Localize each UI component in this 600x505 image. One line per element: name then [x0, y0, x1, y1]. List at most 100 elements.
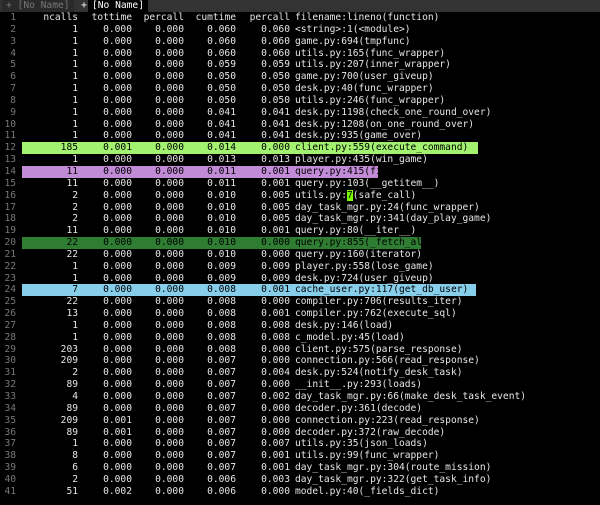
- profile-row[interactable]: 10 1 0.000 0.000 0.041 0.041 desk.py:1208(on_o…: [0, 119, 600, 131]
- cumtime-cell: 0.007: [207, 402, 236, 414]
- profile-row[interactable]: 4 1 0.000 0.000 0.060 0.060 utils.py:165(func_…: [0, 48, 600, 60]
- profile-row[interactable]: 30 209 0.000 0.000 0.007 0.000 connection.py:5…: [0, 355, 600, 367]
- line-number: 32: [4, 379, 16, 391]
- percall-cum-cell: 0.001: [261, 450, 290, 462]
- ncalls-cell: 2: [72, 201, 78, 213]
- profile-row[interactable]: 24 7 0.000 0.000 0.008 0.001 cache_user.py:117…: [0, 284, 600, 297]
- profile-row[interactable]: 40 2 0.000 0.000 0.006 0.003 day_task_mgr.py:3…: [0, 474, 600, 486]
- profile-row[interactable]: 9 1 0.000 0.000 0.041 0.041 desk.py:1198(check…: [0, 107, 600, 119]
- profile-row[interactable]: 38 8 0.000 0.000 0.007 0.001 utils.py:99(func_…: [0, 450, 600, 462]
- profile-row[interactable]: 26 13 0.000 0.000 0.008 0.001 compiler.py:762(…: [0, 308, 600, 320]
- function-cell: query.py:415(first): [295, 165, 405, 177]
- tab-no-name-1[interactable]: + [No Name]: [2, 0, 74, 12]
- profile-row[interactable]: 41 51 0.002 0.000 0.006 0.000 model.py:40(_fie…: [0, 486, 600, 498]
- ncalls-cell: 8: [72, 450, 78, 462]
- profile-row[interactable]: 28 1 0.000 0.000 0.008 0.008 c_model.py:45(loa…: [0, 332, 600, 344]
- function-cell: day_task_mgr.py:66(make_desk_task_event): [295, 391, 527, 402]
- tottime-cell: 0.000: [103, 118, 132, 130]
- line-number: 14: [4, 165, 16, 177]
- ncalls-cell: 1: [72, 71, 78, 83]
- profile-row[interactable]: 35 209 0.001 0.000 0.007 0.000 connection.py:2…: [0, 415, 600, 427]
- tottime-cell: 0.000: [103, 59, 132, 71]
- percall-cum-cell: 0.041: [261, 130, 290, 142]
- profile-row[interactable]: 37 1 0.000 0.000 0.007 0.007 utils.py:35(json_…: [0, 438, 600, 450]
- line-number: 40: [4, 473, 16, 485]
- ncalls-cell: 1: [72, 154, 78, 166]
- cumtime-cell: 0.013: [207, 154, 236, 166]
- tab-no-name-2[interactable]: [No Name]: [88, 0, 148, 12]
- profile-row[interactable]: 31 2 0.000 0.000 0.007 0.004 desk.py:524(notif…: [0, 367, 600, 379]
- profile-row[interactable]: 3 1 0.000 0.000 0.060 0.060 game.py:694(tmpfun…: [0, 36, 600, 48]
- profile-row[interactable]: 16 2 0.000 0.000 0.010 0.005 utils.py:7(safe_c…: [0, 189, 600, 202]
- profile-row[interactable]: 8 1 0.000 0.000 0.050 0.050 utils.py:246(func_…: [0, 95, 600, 107]
- percall-cell: 0.000: [155, 272, 184, 284]
- profile-row[interactable]: 17 2 0.000 0.000 0.010 0.005 day_task_mgr.py:2…: [0, 202, 600, 214]
- profile-row[interactable]: 36 89 0.001 0.000 0.007 0.000 decoder.py:372(r…: [0, 427, 600, 439]
- function-cell: query.py:855(_fetch_all): [295, 237, 434, 249]
- profile-row[interactable]: 12 185 0.001 0.000 0.014 0.000 client.py:559(e…: [0, 142, 600, 155]
- profile-row[interactable]: 18 2 0.000 0.000 0.010 0.005 day_task_mgr.py:3…: [0, 213, 600, 225]
- profile-row[interactable]: 2 1 0.000 0.000 0.060 0.060 <string>:1(<module…: [0, 24, 600, 36]
- tottime-cell: 0.000: [103, 248, 132, 260]
- ncalls-cell: 209: [60, 355, 78, 367]
- profile-row[interactable]: 19 11 0.000 0.000 0.010 0.001 query.py:80(__it…: [0, 225, 600, 237]
- tottime-cell: 0.000: [103, 237, 132, 249]
- line-number: 6: [10, 71, 16, 83]
- percall-cell: 0.000: [155, 426, 184, 438]
- profile-row[interactable]: 11 1 0.000 0.000 0.041 0.041 desk.py:935(game_…: [0, 130, 600, 142]
- profile-row[interactable]: 20 22 0.000 0.000 0.010 0.000 query.py:855(_fe…: [0, 237, 600, 249]
- profile-row[interactable]: 15 11 0.000 0.000 0.011 0.001 query.py:103(__g…: [0, 178, 600, 190]
- percall-cum-cell: 0.001: [261, 225, 290, 237]
- profile-row[interactable]: 27 1 0.000 0.000 0.008 0.008 desk.py:146(load): [0, 320, 600, 332]
- editor-buffer[interactable]: 1 ncalls tottime percall cumtime percall…: [0, 12, 600, 498]
- percall-cum-cell: 0.041: [261, 118, 290, 130]
- percall-cum-cell: 0.000: [261, 379, 290, 391]
- line-number: 13: [4, 154, 16, 166]
- profile-row[interactable]: 39 6 0.000 0.000 0.007 0.001 day_task_mgr.py:3…: [0, 462, 600, 474]
- function-cell: player.py:435(win_game): [295, 154, 428, 166]
- cumtime-cell: 0.041: [207, 130, 236, 142]
- profile-row[interactable]: 5 1 0.000 0.000 0.059 0.059 utils.py:207(inner…: [0, 59, 600, 71]
- line-number: 25: [4, 296, 16, 308]
- function-cell: day_task_mgr.py:304(route_mission): [295, 462, 492, 474]
- cumtime-cell: 0.010: [207, 213, 236, 225]
- ncalls-cell: 1: [72, 47, 78, 59]
- profile-row[interactable]: 29 203 0.000 0.000 0.008 0.000 client.py:575(p…: [0, 344, 600, 356]
- percall-cell: 0.000: [155, 414, 184, 426]
- profile-row[interactable]: 7 1 0.000 0.000 0.050 0.050 desk.py:40(func_wr…: [0, 83, 600, 95]
- line-number: 36: [4, 426, 16, 438]
- ncalls-cell: 22: [66, 296, 78, 308]
- tottime-cell: 0.000: [103, 450, 132, 462]
- profile-row[interactable]: 34 89 0.000 0.000 0.007 0.000 decoder.py:361(d…: [0, 403, 600, 415]
- tottime-cell: 0.000: [103, 213, 132, 225]
- profile-row[interactable]: 22 1 0.000 0.000 0.009 0.009 player.py:558(los…: [0, 261, 600, 273]
- percall-cum-cell: 0.000: [261, 426, 290, 438]
- ncalls-cell: 22: [66, 237, 78, 249]
- function-cell: utils.py:35(json_loads): [295, 438, 428, 450]
- line-number: 28: [4, 331, 16, 343]
- function-cell: query.py:80(__iter__): [295, 225, 417, 237]
- line-number: 4: [10, 47, 16, 59]
- profile-row[interactable]: 21 22 0.000 0.000 0.010 0.000 query.py:160(ite…: [0, 249, 600, 261]
- percall-cum-cell: 0.050: [261, 94, 290, 106]
- percall-cum-cell: 0.009: [261, 260, 290, 272]
- ncalls-cell: 89: [66, 379, 78, 391]
- profile-row[interactable]: 14 11 0.000 0.000 0.011 0.001 query.py:415(fir…: [0, 165, 600, 178]
- line-number: 12: [4, 142, 16, 154]
- cumtime-cell: 0.010: [207, 201, 236, 213]
- profile-row[interactable]: 25 22 0.000 0.000 0.008 0.000 compiler.py:706(…: [0, 296, 600, 308]
- cumtime-cell: 0.014: [207, 142, 236, 154]
- tottime-cell: 0.001: [103, 414, 132, 426]
- tottime-cell: 0.000: [103, 331, 132, 343]
- tottime-cell: 0.000: [103, 462, 132, 474]
- tottime-cell: 0.000: [103, 165, 132, 177]
- percall-cell: 0.000: [155, 165, 184, 177]
- profile-row[interactable]: 23 1 0.000 0.000 0.009 0.009 desk.py:724(user_…: [0, 273, 600, 285]
- profile-row[interactable]: 6 1 0.000 0.000 0.050 0.050 game.py:700(user_g…: [0, 71, 600, 83]
- profile-row[interactable]: 13 1 0.000 0.000 0.013 0.013 player.py:435(win…: [0, 154, 600, 166]
- cumtime-cell: 0.006: [207, 485, 236, 497]
- profile-row[interactable]: 33 4 0.000 0.000 0.007 0.002 day_task_mgr.py:6…: [0, 391, 600, 403]
- cumtime-cell: 0.009: [207, 272, 236, 284]
- tottime-cell: 0.000: [103, 379, 132, 391]
- profile-row[interactable]: 32 89 0.000 0.000 0.007 0.000 __init__.py:293(…: [0, 379, 600, 391]
